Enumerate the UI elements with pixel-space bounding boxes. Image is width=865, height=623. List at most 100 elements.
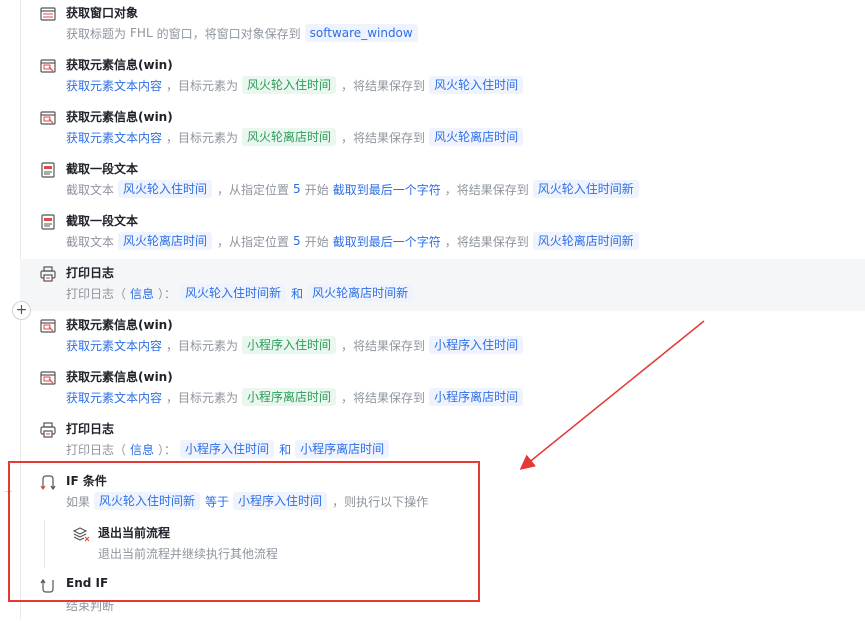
- description-text: ，将结果保存到: [341, 390, 426, 405]
- target-element-chip[interactable]: 风火轮入住时间: [242, 76, 337, 94]
- description-text: 截取文本: [66, 234, 115, 249]
- step-description: 截取文本 风火轮离店时间 ，从指定位置 5 开始 截取到最后一个字符 ，将结果保存到 风火轮离…: [66, 231, 644, 251]
- flow-step[interactable]: 获取元素信息(win) 获取元素文本内容 ，目标元素为 小程序入住时间 ，将结果保存到小…: [20, 311, 865, 363]
- flow-step[interactable]: End IF 结束判断: [20, 571, 865, 623]
- if-branch-line: [44, 520, 45, 568]
- variable-chip[interactable]: 风火轮入住时间新: [180, 284, 287, 302]
- step-option-link[interactable]: 获取元素文本内容: [66, 77, 162, 94]
- description-text: FHL: [130, 26, 153, 40]
- variable-chip[interactable]: 风火轮入住时间: [118, 180, 213, 198]
- description-text: ，从指定位置: [217, 182, 290, 197]
- variable-chip[interactable]: 小程序入住时间: [429, 336, 524, 354]
- description-text: ）：: [158, 442, 177, 457]
- step-title: 获取窗口对象: [66, 6, 139, 20]
- flow-step[interactable]: IF 条件如果 风火轮入住时间新 等于 小程序入住时间 ，则执行以下操作: [20, 467, 865, 519]
- description-text: 打印日志（: [66, 286, 127, 301]
- variable-chip[interactable]: 风火轮入住时间新: [94, 492, 201, 510]
- description-text: ）：: [158, 286, 177, 301]
- target-element-chip[interactable]: 小程序入住时间: [242, 336, 337, 354]
- step-option-link[interactable]: 等于: [205, 493, 229, 510]
- print-log-icon: [40, 422, 56, 438]
- description-text: ，则执行以下操作: [332, 494, 429, 509]
- variable-chip[interactable]: 风火轮入住时间新: [532, 180, 639, 198]
- step-title: 截取一段文本: [66, 162, 139, 176]
- description-text: ，将结果保存到: [341, 78, 426, 93]
- variable-chip[interactable]: 风火轮离店时间: [429, 128, 524, 146]
- step-description: 获取元素文本内容 ，目标元素为 风火轮离店时间 ，将结果保存到 风火轮离店时间: [66, 127, 528, 147]
- step-title: 打印日志: [66, 266, 115, 280]
- description-text: ，将结果保存到: [444, 234, 529, 249]
- flow-step[interactable]: 获取窗口对象获取标题为 FHL 的窗口，将窗口对象保存到 software_windo…: [20, 0, 865, 51]
- step-option-link[interactable]: 获取元素文本内容: [66, 337, 162, 354]
- step-option-link[interactable]: 信息: [130, 285, 154, 302]
- element-info-icon: [40, 58, 56, 74]
- step-description: 获取元素文本内容 ，目标元素为 风火轮入住时间 ，将结果保存到 风火轮入住时间: [66, 75, 528, 95]
- variable-chip[interactable]: 小程序离店时间: [295, 440, 390, 458]
- variable-chip[interactable]: 风火轮入住时间: [429, 76, 524, 94]
- add-step-button[interactable]: +: [12, 301, 31, 320]
- step-option-link[interactable]: 5: [293, 234, 301, 248]
- step-title: IF 条件: [66, 474, 107, 488]
- step-description: 获取标题为 FHL 的窗口，将窗口对象保存到 software_window: [66, 23, 423, 43]
- text-cut-icon: [40, 214, 56, 230]
- step-option-link[interactable]: 截取到最后一个字符: [333, 233, 441, 250]
- description-text: 退出当前流程并继续执行其他流程: [98, 546, 279, 561]
- step-option-link[interactable]: 获取元素文本内容: [66, 389, 162, 406]
- flow-step[interactable]: 截取一段文本 截取文本 风火轮离店时间 ，从指定位置 5 开始 截取到最后一个字符 ，将结果保…: [20, 207, 865, 259]
- flow-step[interactable]: 获取元素信息(win) 获取元素文本内容 ，目标元素为 小程序离店时间 ，将结果保存到小…: [20, 363, 865, 415]
- step-option-link[interactable]: 截取到最后一个字符: [333, 181, 441, 198]
- description-text: ，目标元素为: [166, 130, 239, 145]
- flow-step[interactable]: 退出当前流程退出当前流程并继续执行其他流程: [20, 519, 865, 571]
- target-element-chip[interactable]: 小程序离店时间: [242, 388, 337, 406]
- step-description: 结束判断: [66, 595, 118, 615]
- step-title: 获取元素信息(win): [66, 370, 173, 384]
- flow-step[interactable]: 获取元素信息(win) 获取元素文本内容 ，目标元素为 风火轮入住时间 ，将结果保存到风…: [20, 51, 865, 103]
- description-text: ，将结果保存到: [444, 182, 529, 197]
- flow-step[interactable]: 获取元素信息(win) 获取元素文本内容 ，目标元素为 风火轮离店时间 ，将结果保存到风…: [20, 103, 865, 155]
- step-title: 打印日志: [66, 422, 115, 436]
- step-description: 获取元素文本内容 ，目标元素为 小程序离店时间 ，将结果保存到 小程序离店时间: [66, 387, 528, 407]
- variable-chip[interactable]: 风火轮离店时间新: [532, 232, 639, 250]
- description-text: ，目标元素为: [166, 78, 239, 93]
- description-text: 截取文本: [66, 182, 115, 197]
- description-text: 的窗口，将窗口对象保存到: [156, 26, 301, 41]
- variable-chip[interactable]: 小程序入住时间: [180, 440, 275, 458]
- step-title: 获取元素信息(win): [66, 110, 173, 124]
- flow-step[interactable]: 打印日志打印日志（ 信息 ）： 小程序入住时间和小程序离店时间: [20, 415, 865, 467]
- step-title: 获取元素信息(win): [66, 58, 173, 72]
- step-title: 退出当前流程: [98, 526, 171, 540]
- step-option-link[interactable]: 5: [293, 182, 301, 196]
- step-option-link[interactable]: 和: [279, 441, 291, 458]
- step-description: 获取元素文本内容 ，目标元素为 小程序入住时间 ，将结果保存到 小程序入住时间: [66, 335, 528, 355]
- variable-chip[interactable]: 风火轮离店时间: [118, 232, 213, 250]
- end-if-icon: [40, 578, 56, 594]
- step-option-link[interactable]: 获取元素文本内容: [66, 129, 162, 146]
- step-title: 截取一段文本: [66, 214, 139, 228]
- target-element-chip[interactable]: 风火轮离店时间: [242, 128, 337, 146]
- variable-chip[interactable]: 小程序离店时间: [429, 388, 524, 406]
- element-info-icon: [40, 318, 56, 334]
- description-text: ，从指定位置: [217, 234, 290, 249]
- step-option-link[interactable]: 信息: [130, 441, 154, 458]
- step-description: 退出当前流程并继续执行其他流程: [98, 543, 282, 563]
- variable-chip[interactable]: 小程序入住时间: [233, 492, 328, 510]
- element-info-icon: [40, 110, 56, 126]
- flow-step[interactable]: 截取一段文本 截取文本 风火轮入住时间 ，从指定位置 5 开始 截取到最后一个字符 ，将结果保…: [20, 155, 865, 207]
- element-info-icon: [40, 370, 56, 386]
- exit-flow-icon: [72, 526, 90, 542]
- description-text: 结束判断: [66, 598, 115, 613]
- if-branch-icon: [40, 474, 56, 491]
- description-text: ，将结果保存到: [341, 130, 426, 145]
- step-description: 打印日志（ 信息 ）： 风火轮入住时间新和风火轮离店时间新: [66, 283, 418, 303]
- variable-chip[interactable]: software_window: [304, 24, 418, 42]
- step-title: End IF: [66, 576, 109, 590]
- collapse-marker: [5, 491, 12, 492]
- description-text: 开始: [304, 182, 329, 197]
- description-text: 如果: [66, 494, 91, 509]
- flow-step[interactable]: 打印日志打印日志（ 信息 ）： 风火轮入住时间新和风火轮离店时间新: [20, 259, 865, 311]
- description-text: 打印日志（: [66, 442, 127, 457]
- variable-chip[interactable]: 风火轮离店时间新: [307, 284, 414, 302]
- step-option-link[interactable]: 和: [291, 285, 303, 302]
- description-text: ，将结果保存到: [341, 338, 426, 353]
- text-cut-icon: [40, 162, 56, 178]
